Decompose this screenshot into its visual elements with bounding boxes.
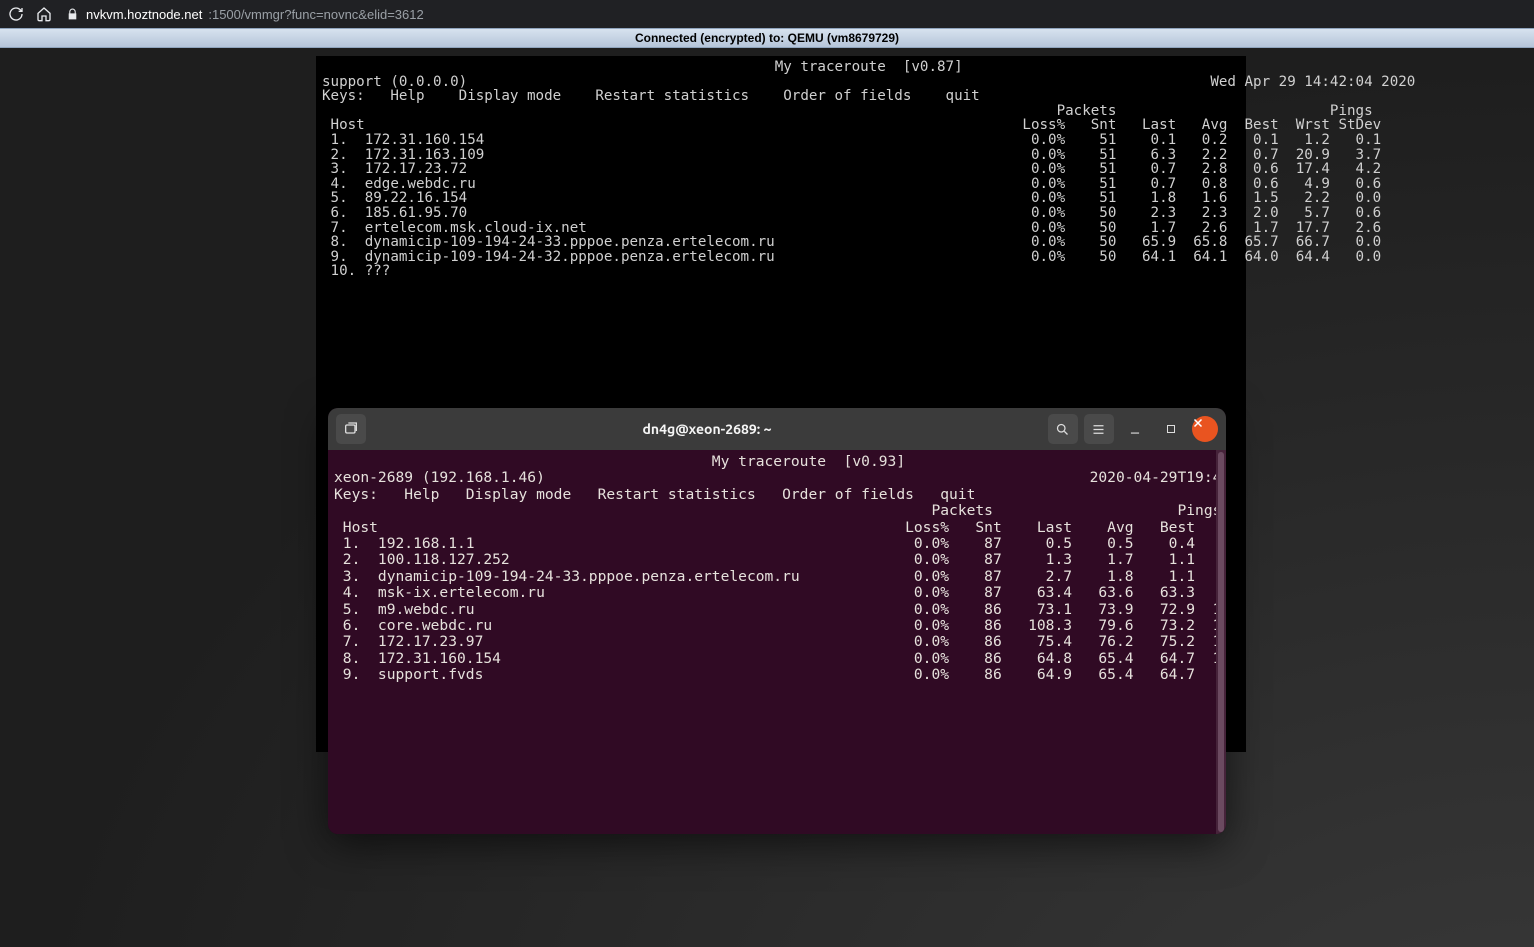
search-button[interactable]: [1048, 414, 1078, 444]
url-path: :1500/vmmgr?func=novnc&elid=3612: [208, 7, 423, 22]
vnc-status-banner: Connected (encrypted) to: QEMU (vm867972…: [0, 28, 1534, 48]
url-display[interactable]: nvkvm.hoztnode.net :1500/vmmgr?func=novnc…: [64, 6, 1526, 22]
new-tab-button[interactable]: [336, 414, 366, 444]
hamburger-menu-button[interactable]: [1084, 414, 1114, 444]
local-terminal-titlebar: dn4g@xeon-2689: ~: [328, 408, 1226, 450]
close-button[interactable]: [1192, 416, 1218, 442]
url-host: nvkvm.hoztnode.net: [86, 7, 202, 22]
local-terminal-title: dn4g@xeon-2689: ~: [643, 421, 772, 437]
local-terminal-output: My traceroute [v0.93] xeon-2689 (192.168…: [334, 454, 1220, 684]
lock-icon: [64, 6, 80, 22]
vnc-status-text: Connected (encrypted) to: QEMU (vm867972…: [635, 31, 899, 45]
page-background: My traceroute [v0.87] support (0.0.0.0) …: [0, 48, 1534, 947]
minimize-button[interactable]: [1120, 414, 1150, 444]
local-terminal-window: dn4g@xeon-2689: ~: [328, 408, 1226, 834]
browser-address-bar: nvkvm.hoztnode.net :1500/vmmgr?func=novnc…: [0, 0, 1534, 28]
home-icon[interactable]: [36, 6, 52, 22]
maximize-button[interactable]: [1156, 414, 1186, 444]
reload-icon[interactable]: [8, 6, 24, 22]
local-terminal-body[interactable]: My traceroute [v0.93] xeon-2689 (192.168…: [328, 450, 1226, 834]
terminal-scrollbar[interactable]: [1216, 450, 1226, 834]
scrollbar-thumb[interactable]: [1218, 452, 1224, 832]
